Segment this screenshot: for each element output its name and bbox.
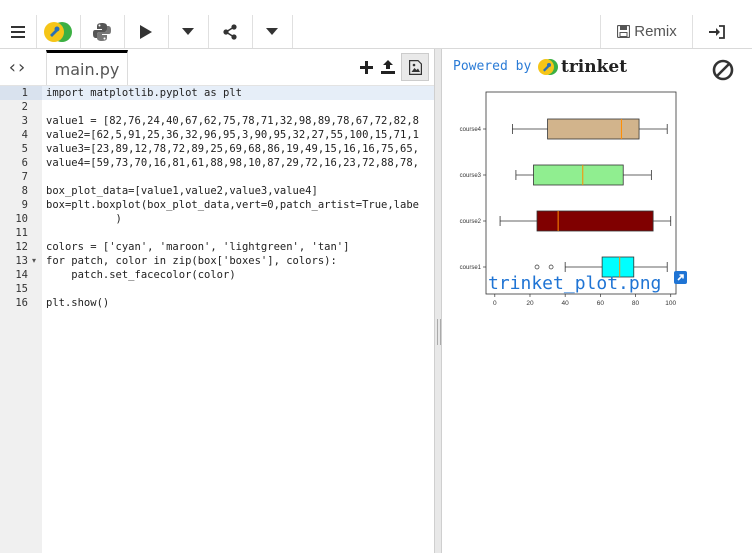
powered-by-label: Powered by bbox=[453, 59, 532, 74]
line-number: 13 bbox=[15, 255, 28, 267]
save-icon bbox=[617, 25, 631, 38]
code-line: box_plot_data=[value1,value2,value3,valu… bbox=[46, 185, 318, 197]
stop-button[interactable] bbox=[712, 59, 734, 86]
line-number: 2 bbox=[21, 101, 28, 113]
x-tick-label: 100 bbox=[665, 300, 676, 307]
python-button[interactable] bbox=[80, 15, 125, 48]
box-course3 bbox=[533, 164, 624, 186]
line-number: 12 bbox=[15, 241, 28, 253]
trinket-logo-button[interactable] bbox=[36, 15, 81, 48]
y-tick-label: course4 bbox=[460, 127, 482, 133]
x-tick-label: 0 bbox=[493, 300, 497, 307]
image-library-button[interactable] bbox=[401, 53, 429, 81]
box-course2 bbox=[536, 210, 654, 232]
run-options-dropdown[interactable] bbox=[168, 15, 209, 48]
code-line: box=plt.boxplot(box_plot_data,vert=0,pat… bbox=[46, 199, 419, 211]
plus-icon bbox=[359, 60, 373, 74]
hamburger-icon bbox=[11, 25, 25, 38]
top-toolbar: Remix bbox=[0, 15, 752, 49]
plot-filename-link[interactable]: trinket_plot.png bbox=[488, 273, 661, 294]
code-line: colors = ['cyan', 'maroon', 'lightgreen'… bbox=[46, 241, 350, 253]
x-tick-label: 20 bbox=[526, 300, 534, 307]
file-tabs-bar: ‹ › main.py bbox=[0, 49, 434, 86]
line-number: 6 bbox=[21, 157, 28, 169]
python-icon bbox=[93, 22, 111, 41]
code-line: for patch, color in zip(box['boxes'], co… bbox=[46, 255, 337, 267]
line-number: 9 bbox=[21, 199, 28, 211]
share-options-dropdown[interactable] bbox=[252, 15, 293, 48]
upload-icon bbox=[381, 60, 395, 74]
code-line: import matplotlib.pyplot as plt bbox=[46, 87, 242, 99]
sign-in-icon bbox=[709, 24, 725, 39]
code-line: value1 = [82,76,24,40,67,62,75,78,71,32,… bbox=[46, 115, 419, 127]
line-number: 1 bbox=[21, 87, 28, 99]
line-number: 3 bbox=[21, 115, 28, 127]
brand-name: trinket bbox=[561, 57, 628, 77]
x-tick-label: 80 bbox=[632, 300, 640, 307]
code-editor-pane: ‹ › main.py 1 import matplotlib.pyplot as bbox=[0, 49, 434, 553]
code-line: patch.set_facecolor(color) bbox=[46, 269, 236, 281]
upload-button[interactable] bbox=[377, 55, 399, 79]
box-course4 bbox=[547, 118, 640, 140]
line-number: 15 bbox=[15, 283, 28, 295]
fold-toggle-icon[interactable]: ▾ bbox=[32, 254, 40, 268]
pane-splitter[interactable] bbox=[434, 49, 442, 553]
y-tick-label: course2 bbox=[460, 219, 482, 225]
line-number: 14 bbox=[15, 269, 28, 281]
line-number: 16 bbox=[15, 297, 28, 309]
code-line: value2=[62,5,91,25,36,32,96,95,3,90,95,3… bbox=[46, 129, 419, 141]
sign-in-button[interactable] bbox=[692, 15, 741, 48]
share-button[interactable] bbox=[208, 15, 253, 48]
line-number: 4 bbox=[21, 129, 28, 141]
code-line: ) bbox=[46, 213, 122, 225]
image-file-icon bbox=[408, 59, 422, 75]
play-icon bbox=[140, 24, 152, 39]
menu-button[interactable] bbox=[0, 15, 37, 48]
tab-main-py[interactable]: main.py bbox=[46, 50, 128, 85]
line-number: 8 bbox=[21, 185, 28, 197]
line-number: 10 bbox=[15, 213, 28, 225]
trinket-logo-icon bbox=[44, 21, 72, 42]
add-file-button[interactable] bbox=[355, 55, 377, 79]
external-link-icon[interactable] bbox=[674, 271, 687, 284]
caret-down-icon bbox=[266, 28, 278, 35]
caret-down-icon bbox=[182, 28, 194, 35]
ban-icon bbox=[712, 59, 734, 81]
remix-label: Remix bbox=[634, 23, 677, 40]
chevron-right-icon[interactable]: › bbox=[18, 57, 27, 78]
trinket-brand-link[interactable]: trinket bbox=[538, 57, 627, 77]
tab-scroll-arrows[interactable]: ‹ › bbox=[0, 55, 36, 79]
splitter-grip-icon[interactable] bbox=[437, 319, 441, 345]
remix-button[interactable]: Remix bbox=[600, 15, 693, 48]
trinket-logo-icon bbox=[538, 59, 558, 75]
code-line: value4=[59,73,70,16,81,61,88,98,10,87,29… bbox=[46, 157, 419, 169]
y-tick-label: course1 bbox=[460, 265, 482, 271]
run-button[interactable] bbox=[124, 15, 169, 48]
line-number: 7 bbox=[21, 171, 28, 183]
share-icon bbox=[223, 23, 237, 40]
y-tick-label: course3 bbox=[460, 173, 482, 179]
code-line: plt.show() bbox=[46, 297, 110, 309]
output-pane: Powered by trinket 0 20 40 60 80 100 course1 co… bbox=[442, 49, 752, 553]
x-tick-label: 40 bbox=[562, 300, 570, 307]
x-tick-label: 60 bbox=[597, 300, 605, 307]
chevron-left-icon[interactable]: ‹ bbox=[9, 57, 18, 78]
code-line: value3=[23,89,12,78,72,89,25,69,68,86,19… bbox=[46, 143, 419, 155]
line-number: 5 bbox=[21, 143, 28, 155]
line-number: 11 bbox=[15, 227, 28, 239]
